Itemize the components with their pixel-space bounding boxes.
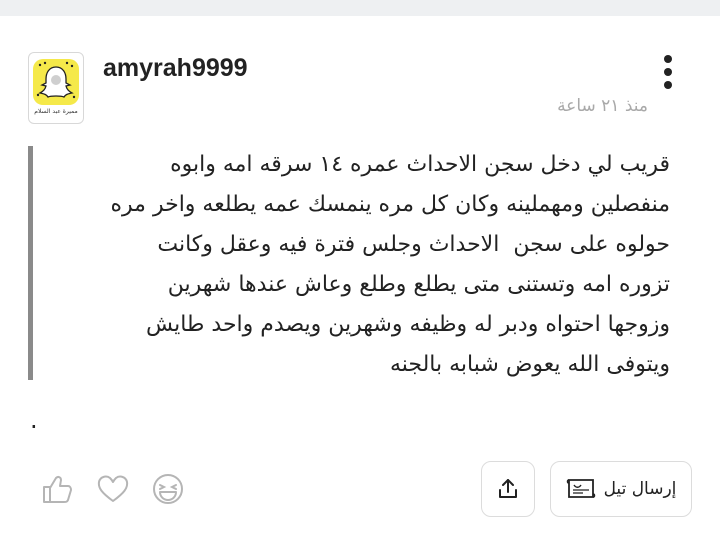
post-body-line: ويتوفى الله يعوض شبابه بالجنه [389,352,670,377]
heart-icon[interactable] [96,472,130,506]
username[interactable]: amyrah9999 [103,54,248,83]
avatar-caption: مميرة عبد السلام [34,108,78,115]
more-dot-icon [664,68,672,76]
post-body-line: منفصلين ومهملينه وكان كل مره ينمسك عمه ي… [110,192,670,217]
avatar[interactable]: مميرة عبد السلام [28,52,84,124]
send-tell-label: إرسال تيل [603,479,677,499]
post-body-line: تزوره امه وتستنى متى يطلع وطلع وعاش عنده… [167,272,670,297]
trailing-text: . [30,406,38,434]
share-button[interactable] [481,461,535,517]
quote-bar [28,146,33,380]
scroll-card-icon [566,479,595,498]
post-body-line: وزوجها احتواه ودبر له وظيفه وشهرين ويصدم… [146,312,670,337]
more-options-button[interactable] [656,55,680,95]
post-timestamp: منذ ٢١ ساعة [557,96,648,116]
post-body-line: قريب لي دخل سجن الاحداث عمره ١٤ سرقه امه… [170,152,670,177]
send-tell-button[interactable]: إرسال تيل [550,461,692,517]
share-upload-icon [499,479,517,498]
laugh-emoji-icon[interactable] [151,472,185,506]
post-body: قريب لي دخل سجن الاحداث عمره ١٤ سرقه امه… [48,145,670,385]
top-bar [0,0,720,16]
thumbs-up-icon[interactable] [40,472,74,506]
post-body-line: حولوه على سجن الاحداث وجلس فترة فيه وعقل… [157,232,670,257]
more-dot-icon [664,55,672,63]
more-dot-icon [664,81,672,89]
